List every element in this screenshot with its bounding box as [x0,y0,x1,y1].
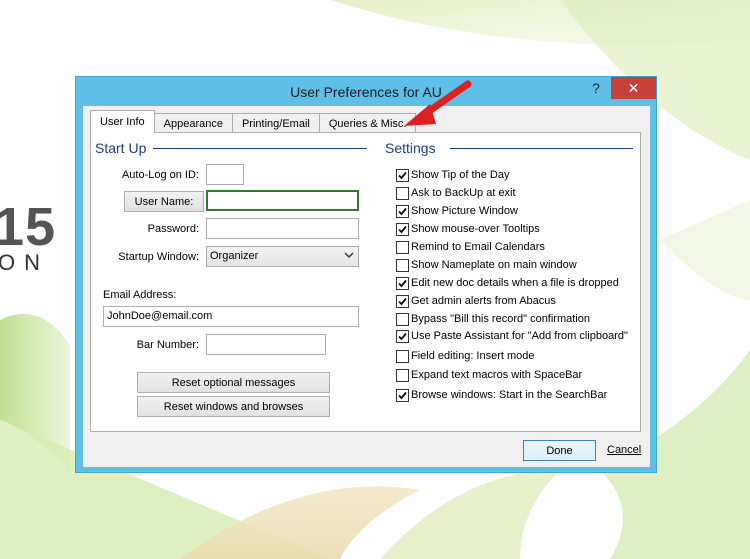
setting-label: Bypass "Bill this record" confirmation [411,313,590,325]
checkbox-checked[interactable] [396,294,409,308]
setting-row[interactable]: Get admin alerts from Abacus [396,293,556,309]
user-name-input[interactable] [206,190,359,211]
help-button[interactable]: ? [582,77,610,99]
checkbox-checked[interactable] [396,204,409,218]
setting-label: Browse windows: Start in the SearchBar [411,389,608,401]
tab-appearance[interactable]: Appearance [153,113,233,133]
settings-divider [450,148,633,149]
cancel-button[interactable]: Cancel [607,444,641,456]
checkbox-unchecked[interactable] [396,258,409,272]
checkmark-icon [398,297,407,305]
checkmark-icon [398,207,407,215]
bar-number-label: Bar Number: [136,339,199,351]
checkmark-icon [398,225,407,233]
startup-window-label: Startup Window: [118,251,199,263]
tab-strip: User Info Appearance Printing/Email Quer… [90,110,417,133]
dialog-client-area: User Info Appearance Printing/Email Quer… [83,106,650,467]
auto-log-input[interactable] [206,164,244,185]
setting-label: Show Picture Window [411,205,518,217]
tab-queries-misc[interactable]: Queries & Misc. [318,113,417,133]
title-bar[interactable]: User Preferences for AU ? ✕ [76,77,656,105]
setting-label: Edit new doc details when a file is drop… [411,277,619,289]
email-label: Email Address: [103,289,177,301]
checkmark-icon [398,279,407,287]
tab-printing-email[interactable]: Printing/Email [231,113,320,133]
user-name-button[interactable]: User Name: [124,191,204,212]
setting-label: Field editing: Insert mode [411,350,535,362]
setting-row[interactable]: Browse windows: Start in the SearchBar [396,387,607,403]
setting-row[interactable]: Show Nameplate on main window [396,257,577,273]
checkbox-unchecked[interactable] [396,349,409,363]
chevron-down-icon [344,250,354,263]
tab-user-info[interactable]: User Info [90,110,155,133]
checkbox-checked[interactable] [396,168,409,182]
checkbox-unchecked[interactable] [396,368,409,382]
setting-row[interactable]: Field editing: Insert mode [396,348,535,364]
startup-window-value: Organizer [210,250,259,262]
setting-row[interactable]: Expand text macros with SpaceBar [396,367,582,383]
setting-row[interactable]: Show mouse-over Tooltips [396,221,540,237]
password-input[interactable] [206,218,359,239]
checkbox-checked[interactable] [396,388,409,402]
checkbox-checked[interactable] [396,222,409,236]
reset-windows-button[interactable]: Reset windows and browses [137,396,330,417]
setting-row[interactable]: Ask to BackUp at exit [396,185,516,201]
checkbox-unchecked[interactable] [396,240,409,254]
setting-label: Show Nameplate on main window [411,259,577,271]
checkmark-icon [398,332,407,340]
startup-window-select[interactable]: Organizer [206,246,359,267]
user-preferences-dialog: User Preferences for AU ? ✕ User Info Ap… [75,76,657,473]
password-label: Password: [147,223,199,235]
setting-label: Get admin alerts from Abacus [411,295,556,307]
checkbox-checked[interactable] [396,276,409,290]
close-button[interactable]: ✕ [611,77,656,99]
done-button[interactable]: Done [523,440,596,461]
reset-optional-messages-button[interactable]: Reset optional messages [137,372,330,393]
email-input[interactable]: JohnDoe@email.com [103,306,359,327]
setting-row[interactable]: Use Paste Assistant for "Add from clipbo… [396,328,628,344]
setting-row[interactable]: Show Picture Window [396,203,518,219]
setting-label: Ask to BackUp at exit [411,187,516,199]
setting-label: Expand text macros with SpaceBar [411,369,583,381]
bar-number-input[interactable] [206,334,326,355]
setting-row[interactable]: Remind to Email Calendars [396,239,545,255]
checkbox-unchecked[interactable] [396,186,409,200]
setting-row[interactable]: Show Tip of the Day [396,167,509,183]
setting-label: Show mouse-over Tooltips [411,223,540,235]
settings-heading: Settings [385,140,436,156]
checkbox-unchecked[interactable] [396,312,409,326]
setting-label: Show Tip of the Day [411,169,510,181]
setting-row[interactable]: Bypass "Bill this record" confirmation [396,311,590,327]
background-logo-number: 15 [0,197,57,257]
setting-label: Remind to Email Calendars [411,241,545,253]
background-logo-word: ON [0,250,49,275]
startup-divider [153,148,367,149]
setting-row[interactable]: Edit new doc details when a file is drop… [396,275,619,291]
auto-log-label: Auto-Log on ID: [121,169,199,181]
setting-label: Use Paste Assistant for "Add from clipbo… [411,330,628,342]
user-info-panel: Start Up Auto-Log on ID: User Name: Pass… [90,132,641,432]
checkbox-checked[interactable] [396,329,409,343]
startup-heading: Start Up [95,140,147,156]
dialog-title: User Preferences for AU [290,84,442,100]
checkmark-icon [398,391,407,399]
checkmark-icon [398,171,407,179]
